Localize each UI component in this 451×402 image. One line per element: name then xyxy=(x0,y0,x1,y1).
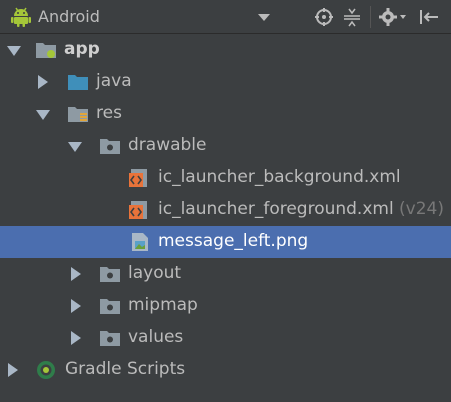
folder-icon xyxy=(100,139,120,154)
xml-file-icon xyxy=(129,169,147,187)
resource-folder-icon xyxy=(68,107,88,122)
project-view-selector[interactable]: Android xyxy=(38,7,100,26)
tree-label-layout: layout xyxy=(128,263,182,283)
tree-node-values[interactable]: values xyxy=(0,322,451,354)
tree-node-file-selected[interactable]: message_left.png xyxy=(0,226,451,258)
expand-arrow-icon[interactable] xyxy=(68,142,82,152)
folder-icon xyxy=(100,299,120,314)
expand-arrow-icon[interactable] xyxy=(7,46,21,56)
tree-label-res: res xyxy=(96,103,122,123)
module-folder-icon xyxy=(36,43,56,58)
collapse-all-icon[interactable] xyxy=(342,6,362,28)
source-folder-icon xyxy=(68,75,88,90)
gear-icon[interactable] xyxy=(378,6,408,28)
tree-label-values: values xyxy=(128,327,184,347)
project-view-toolbar: Android xyxy=(0,0,451,34)
tree-node-res[interactable]: res xyxy=(0,98,451,130)
tree-node-file[interactable]: ic_launcher_background.xml xyxy=(0,162,451,194)
tree-label-file: message_left.png xyxy=(158,231,309,251)
image-file-icon xyxy=(132,233,148,251)
tree-label-drawable: drawable xyxy=(128,135,207,155)
folder-icon xyxy=(100,267,120,282)
tree-node-layout[interactable]: layout xyxy=(0,258,451,290)
tree-label-java: java xyxy=(96,71,132,91)
qualifier-suffix: (v24) xyxy=(399,199,444,219)
tree-node-gradle-scripts[interactable]: Gradle Scripts xyxy=(0,354,451,386)
xml-file-icon xyxy=(129,201,147,219)
tree-node-app[interactable]: app xyxy=(0,34,451,66)
collapsed-arrow-icon[interactable] xyxy=(71,331,81,345)
dropdown-arrow-icon[interactable] xyxy=(258,14,270,21)
tree-node-drawable[interactable]: drawable xyxy=(0,130,451,162)
collapsed-arrow-icon[interactable] xyxy=(71,299,81,313)
android-icon xyxy=(11,7,31,27)
tree-label-gradle-scripts: Gradle Scripts xyxy=(65,359,186,379)
collapsed-arrow-icon[interactable] xyxy=(38,75,48,89)
collapsed-arrow-icon[interactable] xyxy=(8,363,18,377)
tree-label-file: ic_launcher_foreground.xml xyxy=(158,199,394,219)
tree-node-mipmap[interactable]: mipmap xyxy=(0,290,451,322)
tree-label-mipmap: mipmap xyxy=(128,295,198,315)
collapsed-arrow-icon[interactable] xyxy=(71,267,81,281)
toolbar-separator xyxy=(370,6,371,28)
tree-node-java[interactable]: java xyxy=(0,66,451,98)
expand-arrow-icon[interactable] xyxy=(36,110,50,120)
tree-node-file[interactable]: ic_launcher_foreground.xml (v24) xyxy=(0,194,451,226)
gradle-icon xyxy=(37,361,55,379)
tree-label-app: app xyxy=(64,39,100,59)
folder-icon xyxy=(100,331,120,346)
tree-label-file: ic_launcher_background.xml xyxy=(158,167,401,187)
hide-panel-icon[interactable] xyxy=(418,6,440,28)
locate-icon[interactable] xyxy=(314,6,334,28)
